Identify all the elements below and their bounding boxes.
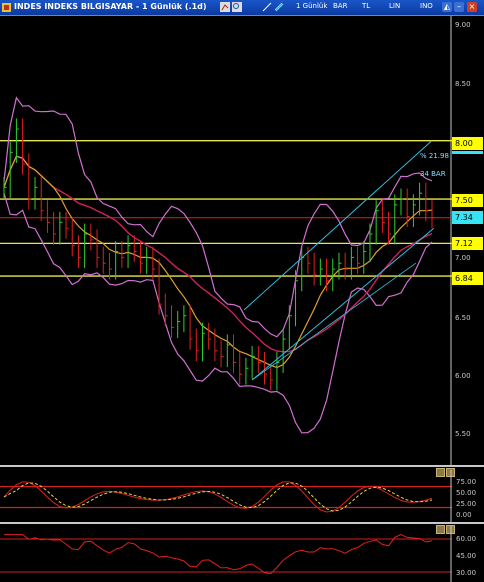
channel-icon[interactable] <box>274 2 284 12</box>
app-icon <box>2 3 11 12</box>
tab-currency[interactable]: TL <box>362 2 370 10</box>
osc-tick-25: 25.00 <box>456 500 477 508</box>
pane-separator-2 <box>0 522 484 524</box>
tab-period[interactable]: 1 Günlük <box>296 2 327 10</box>
pin-icon[interactable]: ◭ <box>442 2 452 12</box>
axis-tick-top: 9.00 <box>455 21 471 29</box>
channel-lower-line <box>251 227 435 381</box>
rsi-tick-45: 45.00 <box>456 552 477 560</box>
axis-tick-850: 8.50 <box>455 80 471 88</box>
level-box-734[interactable]: 7.34 <box>452 211 483 224</box>
rsi-indicator[interactable] <box>0 526 452 582</box>
window-title: INDES INDEKS BILGISAYAR - 1 Günlük (.1d) <box>14 2 207 11</box>
level-box-underline <box>452 151 483 154</box>
tab-scale[interactable]: LIN <box>389 2 400 10</box>
level-box-800[interactable]: 8.00 <box>452 137 483 150</box>
level-box-712[interactable]: 7.12 <box>452 237 483 250</box>
stochastic-oscillator[interactable] <box>0 470 452 522</box>
zoom-icon[interactable] <box>232 2 242 12</box>
tab-indicator[interactable]: INO <box>420 2 433 10</box>
axis-tick-650: 6.50 <box>455 314 471 322</box>
rsi-tick-60: 60.00 <box>456 535 477 543</box>
price-chart[interactable] <box>0 16 452 466</box>
minimize-icon[interactable]: – <box>454 2 464 12</box>
title-bar: INDES INDEKS BILGISAYAR - 1 Günlük (.1d)… <box>0 0 484 16</box>
ma-slow-line <box>3 155 433 353</box>
axis-tick-600: 6.00 <box>455 372 471 380</box>
ma-fast-line <box>3 155 433 369</box>
channel-percent-label: % 21.98 <box>420 152 449 160</box>
level-box-684[interactable]: 6.84 <box>452 272 483 285</box>
rsi-line <box>4 534 433 575</box>
close-icon[interactable]: × <box>467 2 477 12</box>
rsi-tick-30: 30.00 <box>456 569 477 577</box>
tab-bar[interactable]: BAR <box>333 2 347 10</box>
bollinger-lower <box>3 193 433 434</box>
channel-bars-label: 34 BAR <box>420 170 446 178</box>
axis-tick-550: 5.50 <box>455 430 471 438</box>
level-box-750[interactable]: 7.50 <box>452 194 483 207</box>
draw-line-icon[interactable] <box>262 2 272 12</box>
axis-tick-700: 7.00 <box>455 254 471 262</box>
osc-tick-75: 75.00 <box>456 478 477 486</box>
pane-separator-1 <box>0 465 484 467</box>
osc-tick-50: 50.00 <box>456 489 477 497</box>
chart-type-icon[interactable] <box>220 2 230 12</box>
osc-tick-0: 0.00 <box>456 511 472 519</box>
